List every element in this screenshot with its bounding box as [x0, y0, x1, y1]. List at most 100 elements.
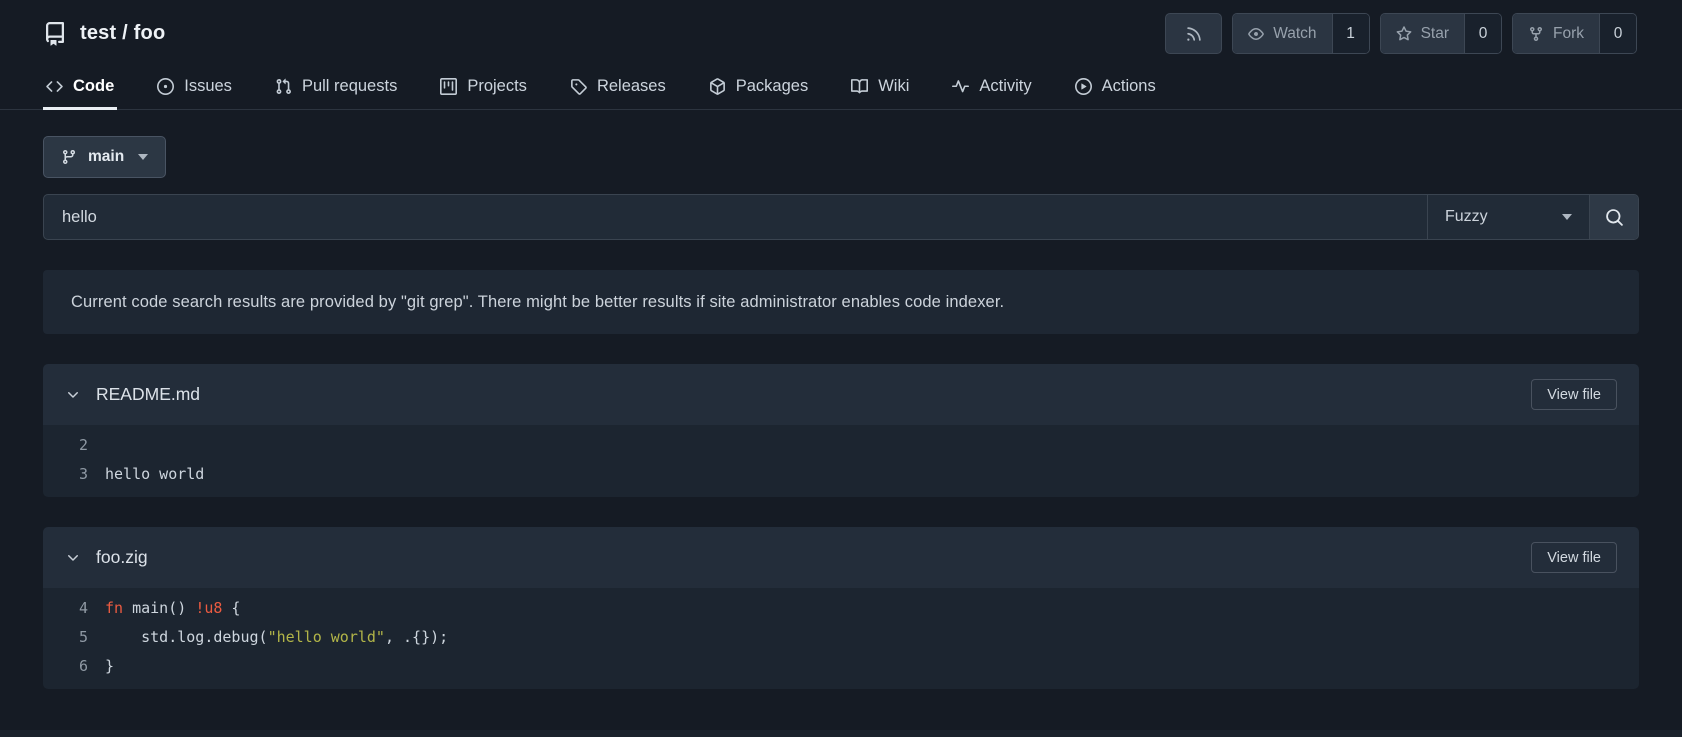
- tab-label-projects: Projects: [467, 76, 527, 95]
- fork-count[interactable]: 0: [1599, 14, 1636, 53]
- repo-link[interactable]: foo: [134, 22, 166, 44]
- line-content: fn main() !u8 {: [105, 599, 240, 617]
- book-open-icon: [851, 78, 869, 95]
- line-number[interactable]: 4: [43, 599, 105, 617]
- tab-label-releases: Releases: [596, 76, 666, 95]
- search-icon: [1605, 208, 1624, 227]
- line-number[interactable]: 2: [43, 436, 105, 454]
- code-segment-keyword: fn: [105, 598, 124, 617]
- code-segment-string: "hello world": [267, 627, 385, 646]
- repo-owner-link[interactable]: test: [80, 22, 116, 44]
- file-name-link[interactable]: foo.zig: [96, 547, 148, 568]
- code-line: 2: [43, 430, 1639, 459]
- search-input[interactable]: [44, 195, 1427, 239]
- tab-projects[interactable]: Projects: [437, 63, 530, 109]
- pull-request-icon: [275, 78, 292, 95]
- code-segment-default: {: [222, 598, 241, 617]
- notice-text: Current code search results are provided…: [71, 292, 1005, 311]
- watch-count[interactable]: 1: [1331, 14, 1369, 53]
- watch-button-group: Watch 1: [1232, 13, 1370, 54]
- view-file-button[interactable]: View file: [1531, 379, 1617, 410]
- rss-icon: [1185, 25, 1203, 43]
- caret-down-icon: [1562, 214, 1572, 220]
- play-circle-icon: [1074, 77, 1092, 95]
- branch-name: main: [88, 148, 125, 165]
- repo-separator: /: [122, 22, 128, 44]
- code-segment-keyword: !u8: [195, 598, 223, 617]
- code-preview: 2 3 hello world: [43, 425, 1639, 497]
- tab-pull-requests[interactable]: Pull requests: [272, 63, 400, 109]
- code-segment-default: , .{});: [384, 627, 449, 646]
- tab-label-packages: Packages: [735, 76, 809, 95]
- git-branch-icon: [61, 149, 77, 165]
- caret-down-icon: [138, 154, 149, 160]
- fork-button[interactable]: Fork: [1513, 14, 1599, 53]
- search-mode-value: Fuzzy: [1445, 208, 1488, 225]
- chevron-down-icon[interactable]: [65, 550, 81, 566]
- star-count[interactable]: 0: [1464, 14, 1501, 53]
- code-search-page: main Fuzzy Current code search results a…: [0, 136, 1682, 689]
- tab-label-issues: Issues: [184, 76, 232, 95]
- package-icon: [709, 77, 726, 95]
- project-icon: [440, 77, 458, 95]
- footer-strip: [0, 730, 1682, 737]
- tag-icon: [570, 78, 587, 95]
- tab-label-code: Code: [73, 76, 115, 95]
- tab-actions[interactable]: Actions: [1072, 63, 1159, 109]
- star-button[interactable]: Star: [1380, 14, 1464, 53]
- file-result-section: README.md View file 2 3 hello world: [43, 364, 1639, 497]
- star-icon: [1396, 25, 1412, 42]
- repo-tabs: Code Issues Pull requests Projects Relea…: [0, 63, 1682, 110]
- eye-icon: [1248, 26, 1265, 42]
- tab-wiki[interactable]: Wiki: [848, 63, 912, 109]
- code-preview: 4 fn main() !u8 { 5 std.log.debug("hello…: [43, 588, 1639, 689]
- file-result-header: foo.zig View file: [43, 527, 1639, 588]
- code-segment-default: std.log.debug(: [105, 627, 268, 646]
- search-button[interactable]: [1589, 195, 1638, 239]
- file-result-section: foo.zig View file 4 fn main() !u8 { 5 st…: [43, 527, 1639, 689]
- tab-activity[interactable]: Activity: [949, 63, 1034, 109]
- search-results: README.md View file 2 3 hello world foo.…: [43, 364, 1639, 689]
- line-content: hello world: [105, 465, 204, 483]
- repo-name-heading: test / foo: [80, 22, 165, 45]
- file-result-header: README.md View file: [43, 364, 1639, 425]
- code-icon: [46, 78, 63, 95]
- branch-row: main: [43, 136, 1639, 178]
- line-content: }: [105, 657, 114, 675]
- tab-code[interactable]: Code: [43, 63, 118, 110]
- branch-selector[interactable]: main: [43, 136, 167, 178]
- code-line: 4 fn main() !u8 {: [43, 593, 1639, 622]
- tab-issues[interactable]: Issues: [154, 63, 235, 109]
- rss-button[interactable]: [1165, 13, 1223, 54]
- star-button-group: Star 0: [1379, 13, 1502, 54]
- watch-button[interactable]: Watch: [1233, 14, 1332, 53]
- fork-label: Fork: [1553, 24, 1584, 42]
- line-number[interactable]: 5: [43, 628, 105, 646]
- tab-label-actions: Actions: [1101, 76, 1156, 95]
- pulse-icon: [952, 78, 970, 95]
- repo-title: test / foo: [43, 21, 165, 46]
- code-line: 6 }: [43, 651, 1639, 680]
- tab-packages[interactable]: Packages: [706, 63, 811, 109]
- repo-header: test / foo Watch 1 Star 0 Fork 0: [0, 0, 1682, 63]
- tab-label-pull-requests: Pull requests: [301, 76, 398, 95]
- line-content: std.log.debug("hello world", .{});: [105, 628, 448, 646]
- fork-button-group: Fork 0: [1512, 13, 1637, 54]
- code-segment-default: }: [105, 656, 115, 675]
- tab-label-activity: Activity: [979, 76, 1032, 95]
- code-segment-default: main(): [123, 598, 196, 617]
- line-number[interactable]: 3: [43, 465, 105, 483]
- file-name-link[interactable]: README.md: [96, 384, 200, 405]
- code-segment-default: hello world: [105, 464, 205, 483]
- chevron-down-icon[interactable]: [65, 387, 81, 403]
- code-line: 5 std.log.debug("hello world", .{});: [43, 622, 1639, 651]
- search-mode-dropdown[interactable]: Fuzzy: [1427, 195, 1589, 239]
- tab-releases[interactable]: Releases: [567, 63, 669, 109]
- view-file-button[interactable]: View file: [1531, 542, 1617, 573]
- line-number[interactable]: 6: [43, 657, 105, 675]
- code-line: 3 hello world: [43, 459, 1639, 488]
- tab-label-wiki: Wiki: [878, 76, 910, 95]
- repo-action-buttons: Watch 1 Star 0 Fork 0: [1165, 13, 1637, 54]
- star-label: Star: [1420, 24, 1449, 42]
- watch-label: Watch: [1273, 24, 1317, 42]
